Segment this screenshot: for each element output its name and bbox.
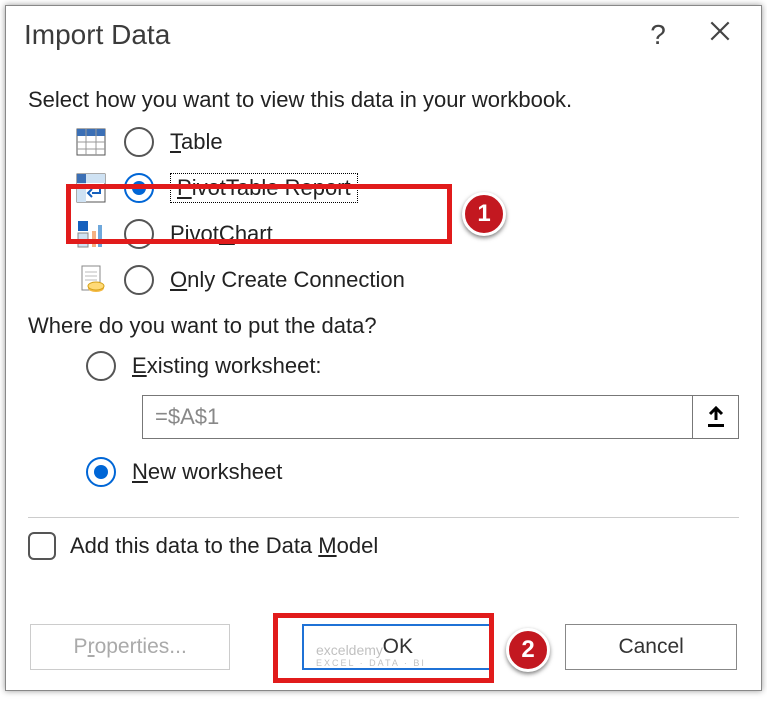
dialog-title: Import Data [24, 19, 627, 51]
location-option-group: Existing worksheet: =$A$1 New worksheet [86, 343, 739, 495]
label-new: New worksheet [132, 459, 282, 485]
radio-pivottable[interactable] [124, 173, 154, 203]
radio-pivotchart[interactable] [124, 219, 154, 249]
button-row: Properties... OK Cancel [6, 602, 761, 690]
checkbox-data-model[interactable] [28, 532, 56, 560]
view-option-connection[interactable]: Only Create Connection [74, 257, 739, 303]
data-model-row[interactable]: Add this data to the Data Model [28, 517, 739, 560]
view-option-table[interactable]: Table [74, 119, 739, 165]
cell-reference-input[interactable]: =$A$1 [142, 395, 693, 439]
close-icon[interactable] [689, 18, 751, 51]
cancel-button[interactable]: Cancel [565, 624, 737, 670]
view-prompt: Select how you want to view this data in… [28, 87, 739, 113]
range-selector-button[interactable] [693, 395, 739, 439]
label-pivottable: PivotTable Report [170, 173, 358, 203]
location-prompt: Where do you want to put the data? [28, 313, 739, 339]
radio-table[interactable] [124, 127, 154, 157]
import-data-dialog: Import Data ? Select how you want to vie… [5, 5, 762, 691]
view-option-group: Table PivotTable Report PivotChart [74, 119, 739, 303]
radio-existing[interactable] [86, 351, 116, 381]
annotation-callout-1: 1 [462, 192, 506, 236]
titlebar: Import Data ? [6, 6, 761, 69]
properties-button: Properties... [30, 624, 230, 670]
label-connection: Only Create Connection [170, 267, 405, 293]
label-table: Table [170, 129, 223, 155]
pivottable-icon [74, 171, 108, 205]
label-existing: Existing worksheet: [132, 353, 322, 379]
pivotchart-icon [74, 217, 108, 251]
location-option-existing[interactable]: Existing worksheet: [86, 343, 739, 389]
dialog-body: Select how you want to view this data in… [6, 69, 761, 602]
cell-reference-row: =$A$1 [142, 395, 739, 439]
annotation-callout-2: 2 [506, 628, 550, 672]
label-data-model: Add this data to the Data Model [70, 533, 378, 559]
view-option-pivotchart[interactable]: PivotChart [74, 211, 739, 257]
label-pivotchart: PivotChart [170, 221, 273, 247]
connection-icon [74, 263, 108, 297]
table-icon [74, 125, 108, 159]
view-option-pivottable[interactable]: PivotTable Report [74, 165, 739, 211]
location-option-new[interactable]: New worksheet [86, 449, 739, 495]
collapse-dialog-icon [706, 406, 726, 428]
radio-connection[interactable] [124, 265, 154, 295]
radio-new[interactable] [86, 457, 116, 487]
ok-button[interactable]: OK [302, 624, 493, 670]
help-icon[interactable]: ? [627, 19, 689, 51]
